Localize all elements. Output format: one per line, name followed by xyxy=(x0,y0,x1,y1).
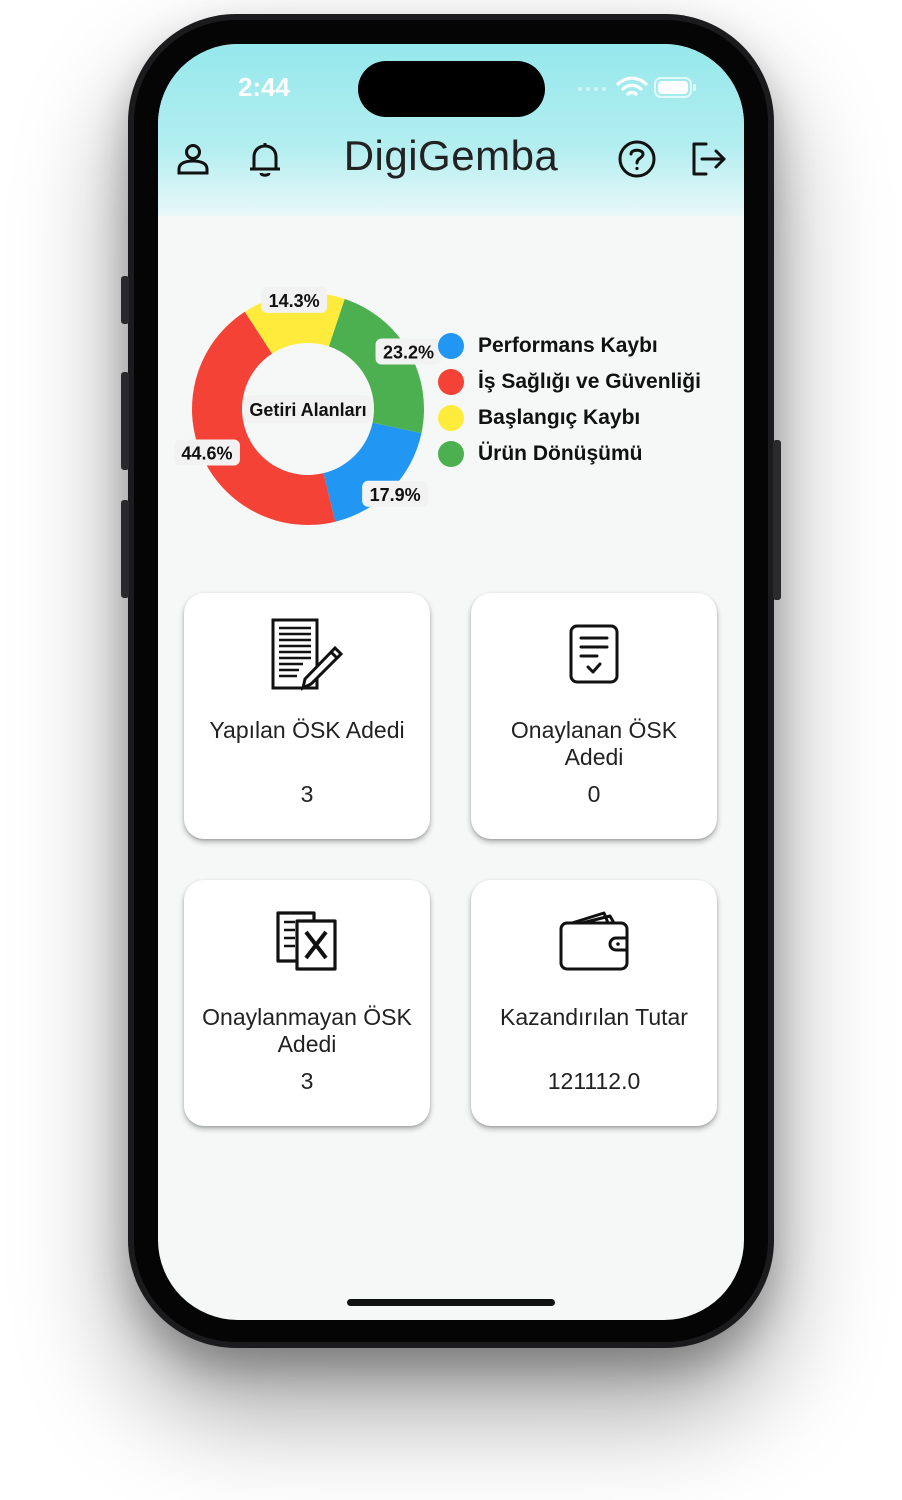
donut-chart: 17.9% 44.6% 14.3% 23.2% Getiri Alanları xyxy=(173,286,442,525)
legend-color-dot xyxy=(438,369,464,395)
slice-percentage-label: 14.3% xyxy=(261,286,328,313)
document-edit-icon xyxy=(184,617,430,693)
cellular-signal-icon xyxy=(578,87,606,91)
legend-item: İş Sağlığı ve Güvenliği xyxy=(438,364,738,400)
wallet-icon xyxy=(471,910,717,972)
legend-label: Performans Kaybı xyxy=(478,334,658,357)
donut-chart-container: 17.9% 44.6% 14.3% 23.2% Getiri Alanları xyxy=(168,269,448,549)
volume-up-button xyxy=(121,372,129,470)
slice-percentage-label: 44.6% xyxy=(173,439,240,466)
slice-percentage-label: 23.2% xyxy=(375,338,442,365)
center-label-text: Getiri Alanları xyxy=(249,400,366,420)
card-onaylanmayan-osk[interactable]: Onaylanmayan ÖSK Adedi 3 xyxy=(184,880,430,1126)
app-header: 2:44 DigiGemba xyxy=(158,44,744,216)
status-time: 2:44 xyxy=(237,72,291,102)
rejected-document-icon xyxy=(184,910,430,972)
legend-item: Ürün Dönüşümü xyxy=(438,436,738,472)
app-screen: 2:44 DigiGemba 17.9% 44.6% 14.3% 23.2% G… xyxy=(158,44,744,1320)
action-button xyxy=(121,276,129,324)
app-title: DigiGemba xyxy=(343,132,559,179)
legend-label: İş Sağlığı ve Güvenliği xyxy=(478,370,701,393)
slice-label-text: 23.2% xyxy=(383,343,434,363)
chart-legend: Performans Kaybı İş Sağlığı ve Güvenliği… xyxy=(438,328,738,472)
center-label: Getiri Alanları xyxy=(244,395,372,423)
slice-label-text: 44.6% xyxy=(181,443,232,463)
logout-icon[interactable] xyxy=(684,134,734,184)
legend-color-dot xyxy=(438,333,464,359)
status-icons xyxy=(578,76,696,98)
legend-item: Başlangıç Kaybı xyxy=(438,400,738,436)
legend-label: Başlangıç Kaybı xyxy=(478,406,641,429)
card-onaylanan-osk[interactable]: Onaylanan ÖSK Adedi 0 xyxy=(471,593,717,839)
card-value: 3 xyxy=(300,781,314,807)
legend-label: Ürün Dönüşümü xyxy=(478,442,643,465)
dynamic-island xyxy=(358,61,545,117)
battery-icon xyxy=(654,77,696,98)
help-icon[interactable] xyxy=(612,134,662,184)
card-value: 3 xyxy=(300,1068,314,1094)
card-yapilan-osk[interactable]: Yapılan ÖSK Adedi 3 xyxy=(184,593,430,839)
legend-color-dot xyxy=(438,441,464,467)
approved-document-icon xyxy=(471,623,717,685)
legend-item: Performans Kaybı xyxy=(438,328,738,364)
wifi-icon xyxy=(616,76,648,96)
donut-slice xyxy=(323,422,422,522)
card-label: Yapılan ÖSK Adedi xyxy=(209,717,405,743)
legend-color-dot xyxy=(438,405,464,431)
slice-percentage-label: 17.9% xyxy=(362,480,429,507)
slice-label-text: 17.9% xyxy=(370,485,421,505)
card-value: 121112.0 xyxy=(547,1068,641,1094)
card-label: Onaylanan ÖSK Adedi xyxy=(510,717,678,770)
notification-bell-icon[interactable] xyxy=(240,134,290,184)
volume-down-button xyxy=(121,500,129,598)
home-indicator[interactable] xyxy=(347,1299,555,1306)
card-value: 0 xyxy=(587,781,601,807)
card-label: Onaylanmayan ÖSK Adedi xyxy=(202,1004,412,1057)
card-kazandirilan-tutar[interactable]: Kazandırılan Tutar 121112.0 xyxy=(471,880,717,1126)
card-label: Kazandırılan Tutar xyxy=(500,1004,688,1030)
slice-label-text: 14.3% xyxy=(269,291,320,311)
profile-icon[interactable] xyxy=(168,134,218,184)
power-button xyxy=(773,440,781,600)
